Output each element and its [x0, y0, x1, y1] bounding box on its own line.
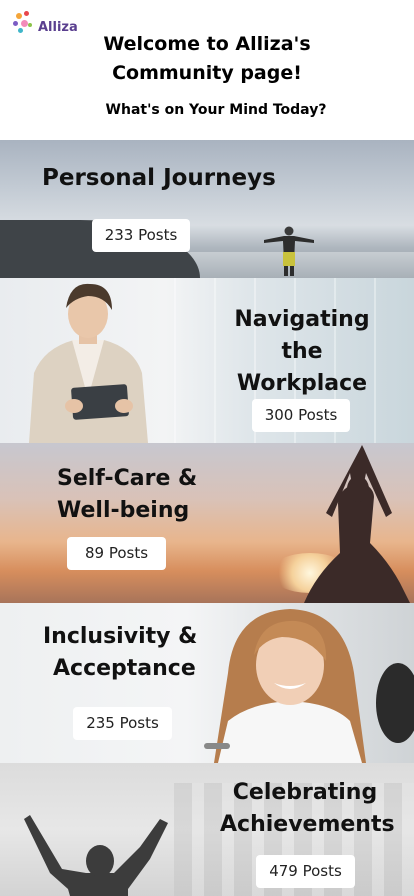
post-count-badge[interactable]: 300 Posts — [252, 399, 350, 432]
post-count-badge[interactable]: 89 Posts — [67, 537, 166, 570]
page-title: Welcome to Alliza's Community page! — [0, 30, 414, 88]
post-count-badge[interactable]: 233 Posts — [92, 219, 190, 252]
category-card-celebrating-achievements[interactable]: Celebrating Achievements 479 Posts — [0, 763, 414, 896]
category-card-inclusivity[interactable]: Inclusivity & Acceptance 235 Posts — [0, 603, 414, 763]
category-card-personal-journeys[interactable]: Personal Journeys 233 Posts — [0, 140, 414, 278]
category-card-self-care[interactable]: Self-Care & Well-being 89 Posts — [0, 443, 414, 603]
category-title: Self-Care & Well-being — [57, 466, 198, 523]
page-header: Alliza Welcome to Alliza's Community pag… — [0, 0, 414, 140]
man-arms-raised-image — [24, 815, 168, 896]
category-title: Personal Journeys — [42, 165, 276, 191]
post-count-badge[interactable]: 235 Posts — [73, 707, 172, 740]
post-count-badge[interactable]: 479 Posts — [256, 855, 355, 888]
smiling-woman-image — [204, 609, 414, 763]
category-title: Celebrating Achievements — [220, 780, 395, 837]
yoga-silhouette-image — [304, 445, 410, 603]
category-card-navigating-workplace[interactable]: Navigating the Workplace 300 Posts — [0, 278, 414, 443]
woman-with-tablet-image — [29, 283, 148, 443]
person-arms-open-image — [264, 226, 314, 276]
page-subtitle: What's on Your Mind Today? — [105, 102, 327, 118]
page-title-line2: Community page! — [112, 62, 302, 84]
category-title: Navigating the Workplace — [234, 307, 370, 396]
category-title: Inclusivity & Acceptance — [43, 624, 198, 681]
page-title-line1: Welcome to Alliza's — [103, 33, 311, 55]
